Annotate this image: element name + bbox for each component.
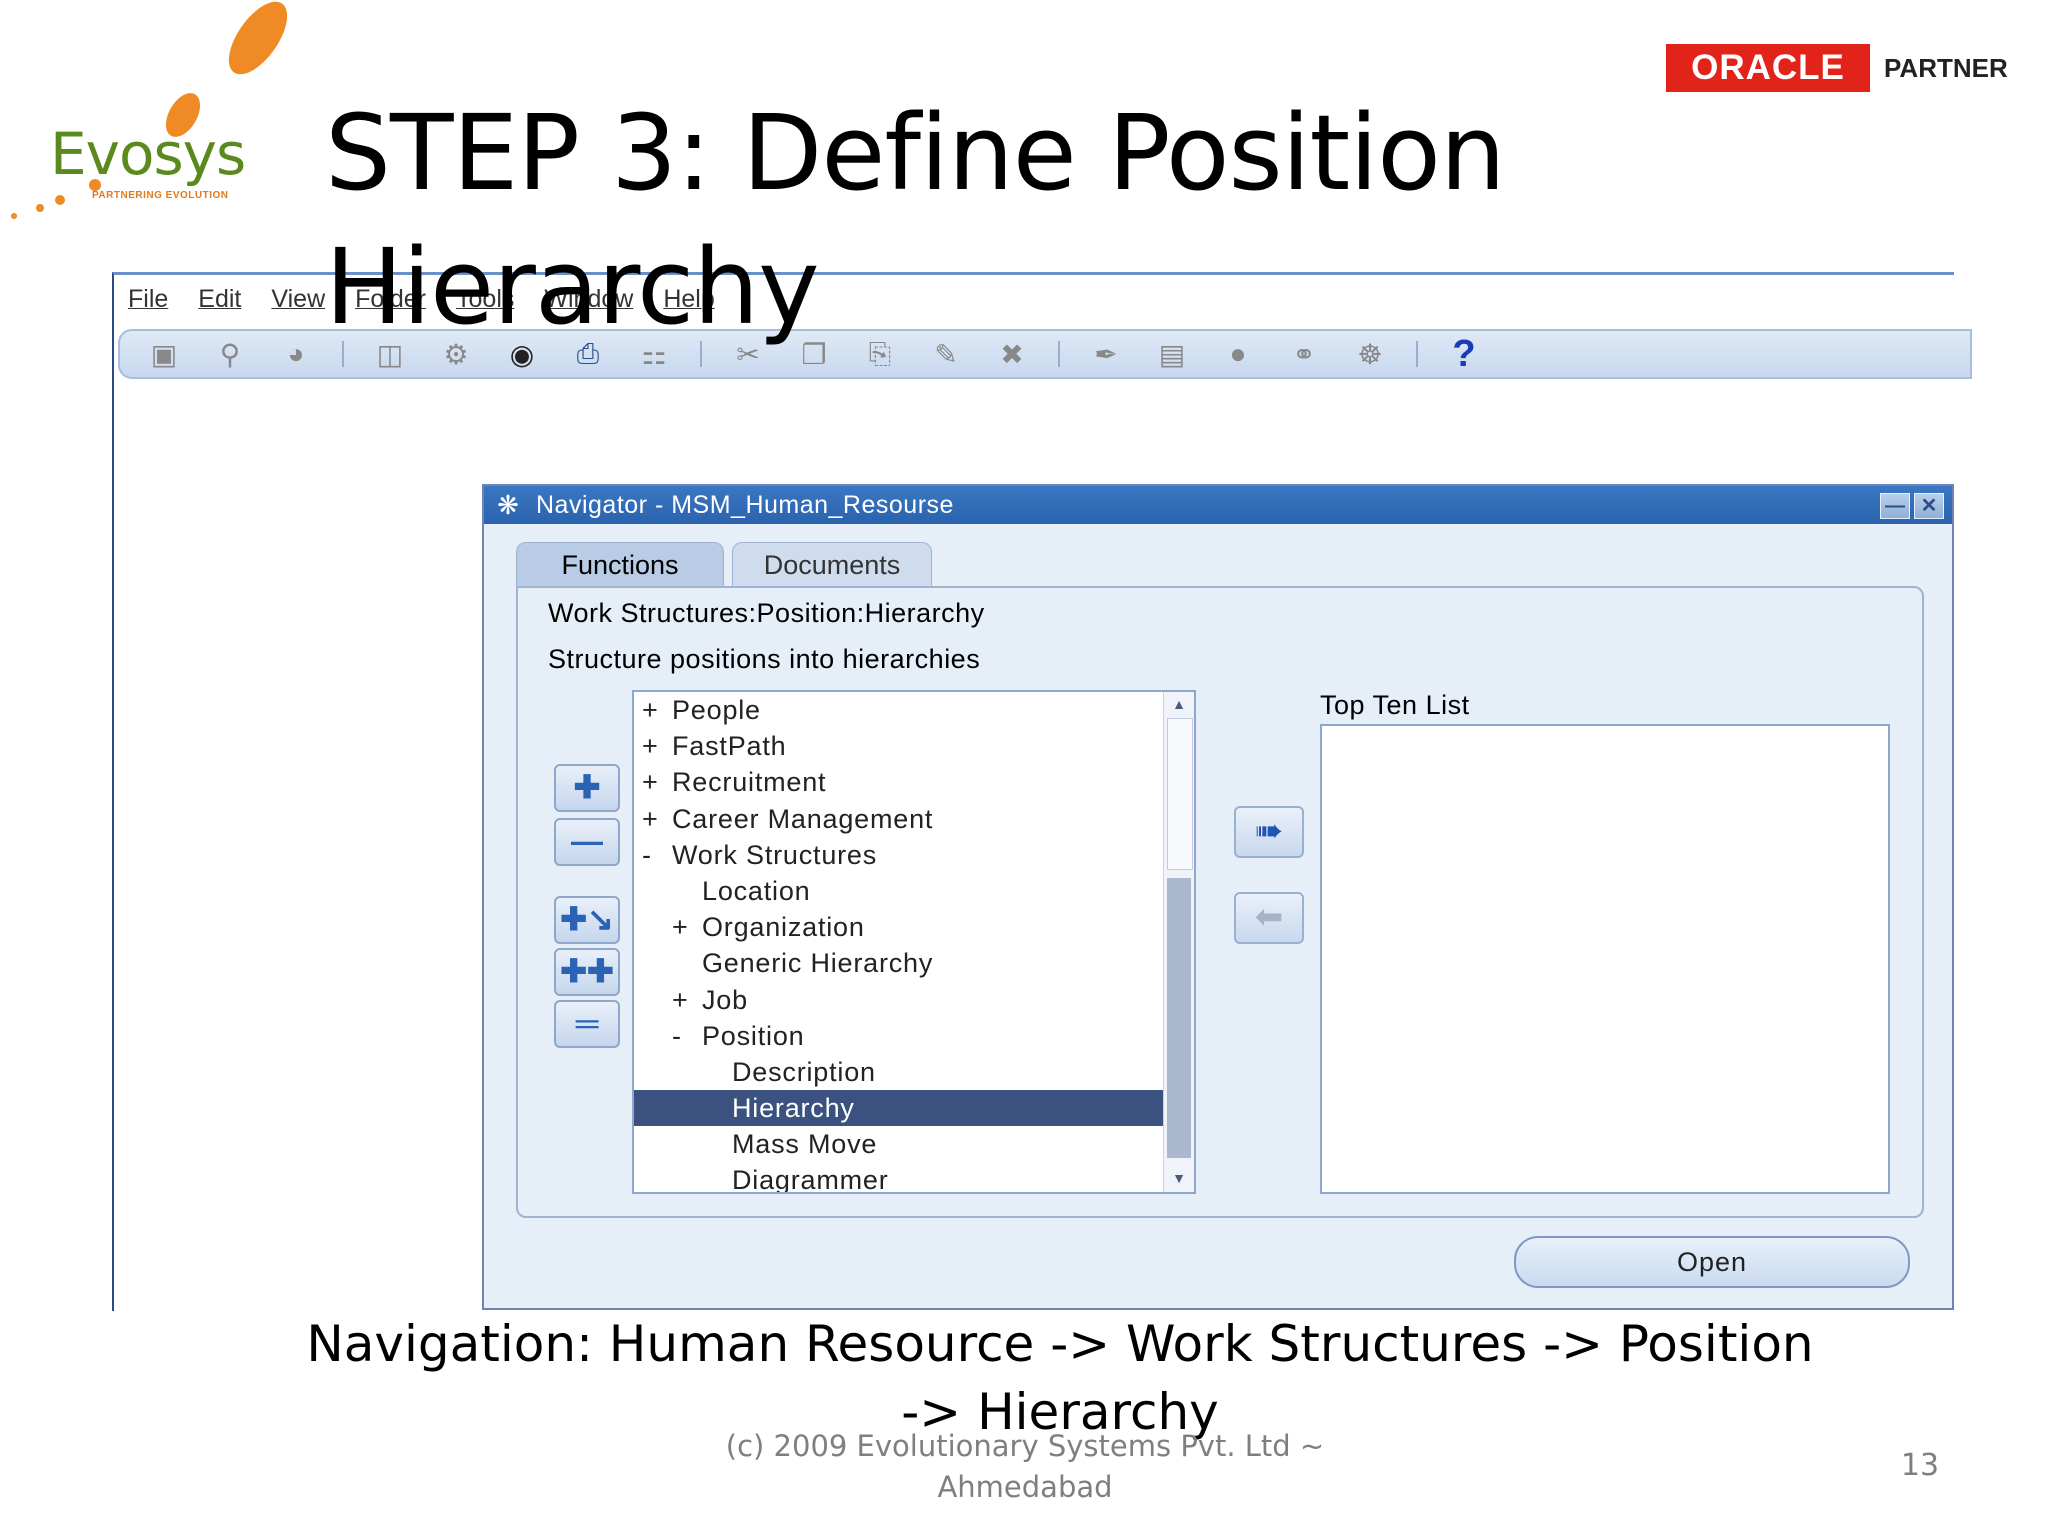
logo-tagline: PARTNERING EVOLUTION [92, 190, 229, 201]
tree-list: + People + FastPath + Recruitment + Career Mana… [634, 692, 1174, 1194]
tree-item-label: Mass Move [732, 1129, 878, 1160]
remove-from-top-ten-button[interactable]: ⬅ [1234, 892, 1304, 944]
navigator-icon[interactable]: ◕ [272, 336, 320, 372]
tree-expander[interactable]: + [672, 909, 702, 945]
tree-item[interactable]: Hierarchy [634, 1090, 1174, 1127]
expand-all-button[interactable]: ✚✚ [554, 948, 620, 996]
dialog-title-bar: ❋ Navigator - MSM_Human_Resourse — ✕ [484, 486, 1952, 524]
tree-item-label: Diagrammer [732, 1165, 889, 1194]
tree-item[interactable]: - Position [634, 1018, 1174, 1054]
tree-expander[interactable]: + [642, 801, 672, 837]
page-number: 13 [1900, 1448, 1940, 1483]
scroll-thumb[interactable] [1167, 718, 1193, 870]
tree-expander[interactable]: + [642, 764, 672, 800]
tree-item-label: Work Structures [672, 839, 878, 870]
tree-item-label: Description [732, 1056, 876, 1087]
tree-item[interactable]: + Job [634, 982, 1174, 1018]
scroll-up-icon[interactable]: ▲ [1168, 694, 1190, 714]
minimize-icon[interactable]: — [1880, 493, 1910, 519]
function-tree: + People + FastPath + Recruitment + Career Mana… [632, 690, 1196, 1194]
footer-copyright: (c) 2009 Evolutionary Systems Pvt. Ltd ~… [725, 1429, 1325, 1504]
slide-title: STEP 3: Define Position Hierarchy [325, 92, 1506, 348]
tree-item-label: FastPath [672, 731, 787, 762]
logo-wordmark: Evosys [50, 120, 246, 188]
tree-item[interactable]: - Work Structures [634, 837, 1174, 873]
add-to-top-ten-button[interactable]: ➠ [1234, 806, 1304, 858]
top-ten-list[interactable] [1320, 724, 1890, 1194]
close-icon[interactable]: ✕ [1914, 493, 1944, 519]
function-description: Structure positions into hierarchies [548, 644, 981, 674]
selected-function-path: Work Structures:Position:Hierarchy [548, 598, 985, 628]
tree-item-label: Organization [702, 912, 865, 943]
find-icon[interactable]: ⚲ [206, 336, 254, 372]
tree-item[interactable]: Mass Move [634, 1126, 1174, 1162]
collapse-all-button[interactable]: ═ [554, 1000, 620, 1048]
tree-expander[interactable]: + [642, 728, 672, 764]
open-button[interactable]: Open [1514, 1236, 1910, 1288]
collapse-branch-button[interactable]: — [554, 818, 620, 866]
tree-item-label: People [672, 695, 761, 725]
tree-item[interactable]: + Recruitment [634, 764, 1174, 800]
tree-item-label: Hierarchy [732, 1093, 855, 1124]
oracle-app-icon: ❋ [497, 490, 519, 520]
tree-item[interactable]: + People [634, 692, 1174, 728]
navigator-dialog: ❋ Navigator - MSM_Human_Resourse — ✕ Fun… [482, 484, 1954, 1310]
expand-branch-button[interactable]: ✚ [554, 764, 620, 812]
tree-expander[interactable]: - [642, 837, 672, 873]
tab-documents[interactable]: Documents [732, 542, 932, 587]
tree-item-label: Position [702, 1020, 805, 1051]
partner-label: PARTNER [1884, 53, 2008, 83]
tree-expander[interactable]: + [642, 692, 672, 728]
tree-item[interactable]: Description [634, 1054, 1174, 1090]
new-record-icon[interactable]: ▣ [140, 336, 188, 372]
tab-functions[interactable]: Functions [516, 542, 724, 587]
tree-item[interactable]: Location [634, 873, 1174, 909]
scroll-down-icon[interactable]: ▼ [1168, 1168, 1190, 1188]
tree-item-label: Recruitment [672, 767, 827, 798]
tree-item[interactable]: Generic Hierarchy [634, 945, 1174, 981]
tree-item-label: Career Management [672, 803, 934, 834]
menu-view[interactable]: View [269, 283, 327, 323]
scroll-track[interactable] [1167, 878, 1191, 1158]
tree-item-label: Job [702, 984, 748, 1015]
tree-scrollbar[interactable]: ▲ ▼ [1163, 692, 1194, 1192]
tree-item[interactable]: Diagrammer [634, 1162, 1174, 1194]
expand-all-below-button[interactable]: ✚↘ [554, 896, 620, 944]
tree-item-label: Generic Hierarchy [702, 948, 934, 979]
top-ten-label: Top Ten List [1320, 690, 1470, 720]
evosys-logo: Evosys PARTNERING EVOLUTION [0, 0, 300, 230]
menu-file[interactable]: File [126, 283, 170, 323]
oracle-wordmark: ORACLE [1691, 48, 1845, 87]
tree-item-label: Location [702, 875, 811, 906]
tree-item[interactable]: + Career Management [634, 801, 1174, 837]
oracle-partner-badge: ORACLE PARTNER [1666, 44, 2008, 94]
tree-item[interactable]: + Organization [634, 909, 1174, 945]
tree-expander[interactable]: - [672, 1018, 702, 1054]
menu-edit[interactable]: Edit [196, 283, 243, 323]
dialog-title: Navigator - MSM_Human_Resourse [536, 491, 954, 519]
tree-expander[interactable]: + [672, 982, 702, 1018]
tree-item[interactable]: + FastPath [634, 728, 1174, 764]
